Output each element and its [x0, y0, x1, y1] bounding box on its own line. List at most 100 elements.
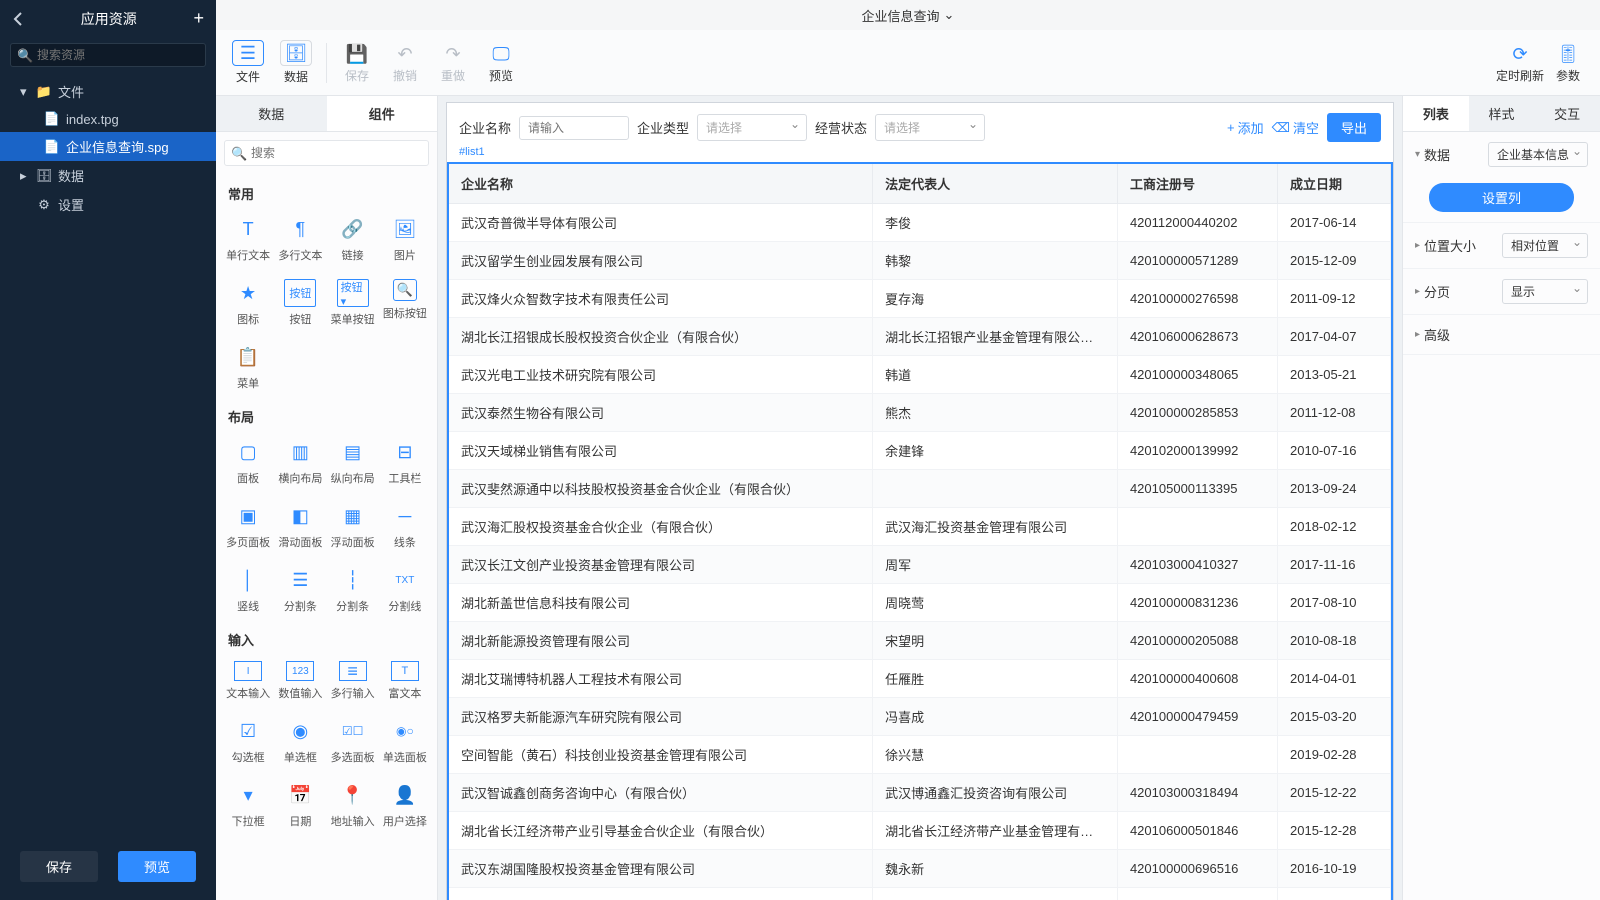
comp-menu[interactable]: 📋菜单 [222, 337, 274, 397]
toolbar-redo-button[interactable]: ↷ 重做 [429, 41, 477, 84]
tree-item-index[interactable]: 📄 index.tpg [0, 106, 216, 132]
comp-vline[interactable]: │竖线 [222, 560, 274, 620]
table-header[interactable]: 企业名称 [449, 164, 873, 204]
comp-multi-text[interactable]: ¶多行文本 [274, 209, 326, 269]
table-cell: 420105000113395 [1117, 470, 1277, 508]
tree-item-spg[interactable]: 📄 企业信息查询.spg [0, 132, 216, 161]
table-row[interactable]: 武汉格罗夫新能源汽车研究院有限公司冯喜成4201000004794592015-… [449, 698, 1391, 736]
table-row[interactable]: 湖北省长江经济带产业引导基金合伙企业（有限合伙）湖北省长江经济带产业基金管理有…… [449, 812, 1391, 850]
sidebar-save-button[interactable]: 保存 [20, 851, 98, 882]
table-cell: 420102000139992 [1117, 432, 1277, 470]
comp-single-text[interactable]: T单行文本 [222, 209, 274, 269]
toolbar-data-button[interactable]: 🗄 数据 [272, 40, 320, 85]
comp-address[interactable]: 📍地址输入 [327, 775, 379, 835]
toolbar-params-button[interactable]: 🎚 参数 [1544, 41, 1592, 84]
status-select[interactable]: 请选择 [875, 114, 985, 141]
prop-data-select[interactable]: 企业基本信息 [1488, 142, 1588, 167]
comp-radio[interactable]: ◉单选框 [274, 711, 326, 771]
checkbox-icon: ☑ [232, 717, 264, 745]
comp-ml-input[interactable]: ≡多行输入 [327, 655, 379, 707]
comp-checkbox[interactable]: ☑勾选框 [222, 711, 274, 771]
resource-search-input[interactable] [10, 43, 206, 67]
table-row[interactable]: 武汉斐然源通中以科技股权投资基金合伙企业（有限合伙） 42010500011339… [449, 470, 1391, 508]
comp-panel-layout[interactable]: ▢面板 [222, 432, 274, 492]
table-row[interactable]: 武汉光电工业技术研究院有限公司韩道4201000003480652013-05-… [449, 356, 1391, 394]
comp-toolbar-layout[interactable]: ⊟工具栏 [379, 432, 431, 492]
comp-dashline[interactable]: TXT分割线 [379, 560, 431, 620]
tree-file-folder[interactable]: ▾ 📁 文件 [0, 77, 216, 106]
data-table-wrap[interactable]: 企业名称法定代表人工商注册号成立日期 武汉奇普微半导体有限公司李俊4201120… [447, 162, 1393, 900]
comp-hsplit[interactable]: ☰分割条 [274, 560, 326, 620]
tab-data[interactable]: 数据 [216, 96, 327, 131]
sidebar-preview-button[interactable]: 预览 [118, 851, 196, 882]
toolbar-refresh-button[interactable]: ⟳ 定时刷新 [1496, 41, 1544, 84]
table-header[interactable]: 成立日期 [1278, 164, 1391, 204]
comp-button[interactable]: 按钮按钮 [274, 273, 326, 333]
table-row[interactable]: 湖北艾瑞博特机器人工程技术有限公司任雁胜4201000004006082014-… [449, 660, 1391, 698]
comp-float[interactable]: ▦浮动面板 [327, 496, 379, 556]
table-header[interactable]: 法定代表人 [873, 164, 1118, 204]
type-select[interactable]: 请选择 [697, 114, 807, 141]
comp-icon[interactable]: ★图标 [222, 273, 274, 333]
prop-tab-list[interactable]: 列表 [1403, 96, 1469, 131]
tree-data-folder[interactable]: ▸ 🗄 数据 [0, 161, 216, 190]
comp-vsplit[interactable]: ┆分割条 [327, 560, 379, 620]
set-columns-button[interactable]: 设置列 [1429, 183, 1574, 212]
comp-single-panel[interactable]: ◉○单选面板 [379, 711, 431, 771]
prop-page-select[interactable]: 显示 [1502, 279, 1588, 304]
table-header[interactable]: 工商注册号 [1117, 164, 1277, 204]
table-row[interactable]: 武汉东湖国隆股权投资基金管理有限公司魏永新4201000006965162016… [449, 850, 1391, 888]
table-row[interactable]: 空间智能（黄石）科技创业投资基金管理有限公司徐兴慧2019-02-28 [449, 736, 1391, 774]
export-button[interactable]: 导出 [1327, 113, 1381, 142]
table-row[interactable]: 湖北长江招银成长股权投资合伙企业（有限合伙）湖北长江招银产业基金管理有限公…42… [449, 318, 1391, 356]
table-row[interactable]: 武汉奇普微半导体有限公司李俊4201120004402022017-06-14 [449, 204, 1391, 242]
comp-num-input[interactable]: 123数值输入 [274, 655, 326, 707]
component-search-input[interactable] [224, 140, 429, 166]
prop-tab-interact[interactable]: 交互 [1534, 96, 1600, 131]
table-row[interactable]: 武汉烽火国际技术有限责任公司何书平4201000002422322005-05-… [449, 888, 1391, 900]
table-cell: 武汉斐然源通中以科技股权投资基金合伙企业（有限合伙） [449, 470, 873, 508]
comp-multi-panel[interactable]: ☑☐多选面板 [327, 711, 379, 771]
name-input[interactable] [519, 116, 629, 140]
table-cell: 2017-08-10 [1278, 584, 1391, 622]
menu-list-icon: 📋 [232, 343, 264, 371]
comp-multipage[interactable]: ▣多页面板 [222, 496, 274, 556]
toolbar-file-button[interactable]: ☰ 文件 [224, 40, 272, 85]
clear-button[interactable]: ⌫清空 [1272, 118, 1319, 137]
comp-image[interactable]: 🖼图片 [379, 209, 431, 269]
table-row[interactable]: 武汉天域梯业销售有限公司余建锋4201020001399922010-07-16 [449, 432, 1391, 470]
prop-position-label: 位置大小 [1424, 236, 1476, 255]
toolbar-preview-button[interactable]: 🖵 预览 [477, 41, 525, 84]
comp-text-input[interactable]: I文本输入 [222, 655, 274, 707]
comp-dropdown[interactable]: ▾下拉框 [222, 775, 274, 835]
prop-tab-style[interactable]: 样式 [1469, 96, 1535, 131]
table-row[interactable]: 武汉长江文创产业投资基金管理有限公司周军4201030004103272017-… [449, 546, 1391, 584]
table-row[interactable]: 武汉留学生创业园发展有限公司韩黎4201000005712892015-12-0… [449, 242, 1391, 280]
table-row[interactable]: 武汉泰然生物谷有限公司熊杰4201000002858532011-12-08 [449, 394, 1391, 432]
comp-icon-button[interactable]: 🔍图标按钮 [379, 273, 431, 333]
back-button[interactable] [12, 12, 24, 26]
table-row[interactable]: 武汉海汇股权投资基金合伙企业（有限合伙）武汉海汇投资基金管理有限公司2018-0… [449, 508, 1391, 546]
prop-position-select[interactable]: 相对位置 [1502, 233, 1588, 258]
comp-date[interactable]: 📅日期 [274, 775, 326, 835]
tab-component[interactable]: 组件 [327, 96, 438, 131]
group-common: 常用 [218, 174, 435, 209]
toolbar-save-button[interactable]: 💾 保存 [333, 41, 381, 84]
table-row[interactable]: 武汉智诚鑫创商务咨询中心（有限合伙）武汉博通鑫汇投资咨询有限公司42010300… [449, 774, 1391, 812]
comp-menu-button[interactable]: 按钮▾菜单按钮 [327, 273, 379, 333]
tree-settings[interactable]: ⚙ 设置 [0, 190, 216, 219]
comp-user[interactable]: 👤用户选择 [379, 775, 431, 835]
comp-link[interactable]: 🔗链接 [327, 209, 379, 269]
add-button[interactable]: +添加 [1227, 118, 1264, 137]
table-row[interactable]: 湖北新能源投资管理有限公司宋望明4201000002050882010-08-1… [449, 622, 1391, 660]
toolbar-undo-button[interactable]: ↶ 撤销 [381, 41, 429, 84]
comp-vbox[interactable]: ▤纵向布局 [327, 432, 379, 492]
comp-line[interactable]: ─线条 [379, 496, 431, 556]
add-resource-button[interactable]: + [193, 8, 204, 29]
comp-rich-text[interactable]: T富文本 [379, 655, 431, 707]
table-row[interactable]: 武汉烽火众智数字技术有限责任公司夏存海4201000002765982011-0… [449, 280, 1391, 318]
comp-slide[interactable]: ◧滑动面板 [274, 496, 326, 556]
comp-hbox[interactable]: ▥横向布局 [274, 432, 326, 492]
page-title-dropdown[interactable]: 企业信息查询 ⌄ [862, 6, 955, 25]
table-row[interactable]: 湖北新盖世信息科技有限公司周晓莺4201000008312362017-08-1… [449, 584, 1391, 622]
